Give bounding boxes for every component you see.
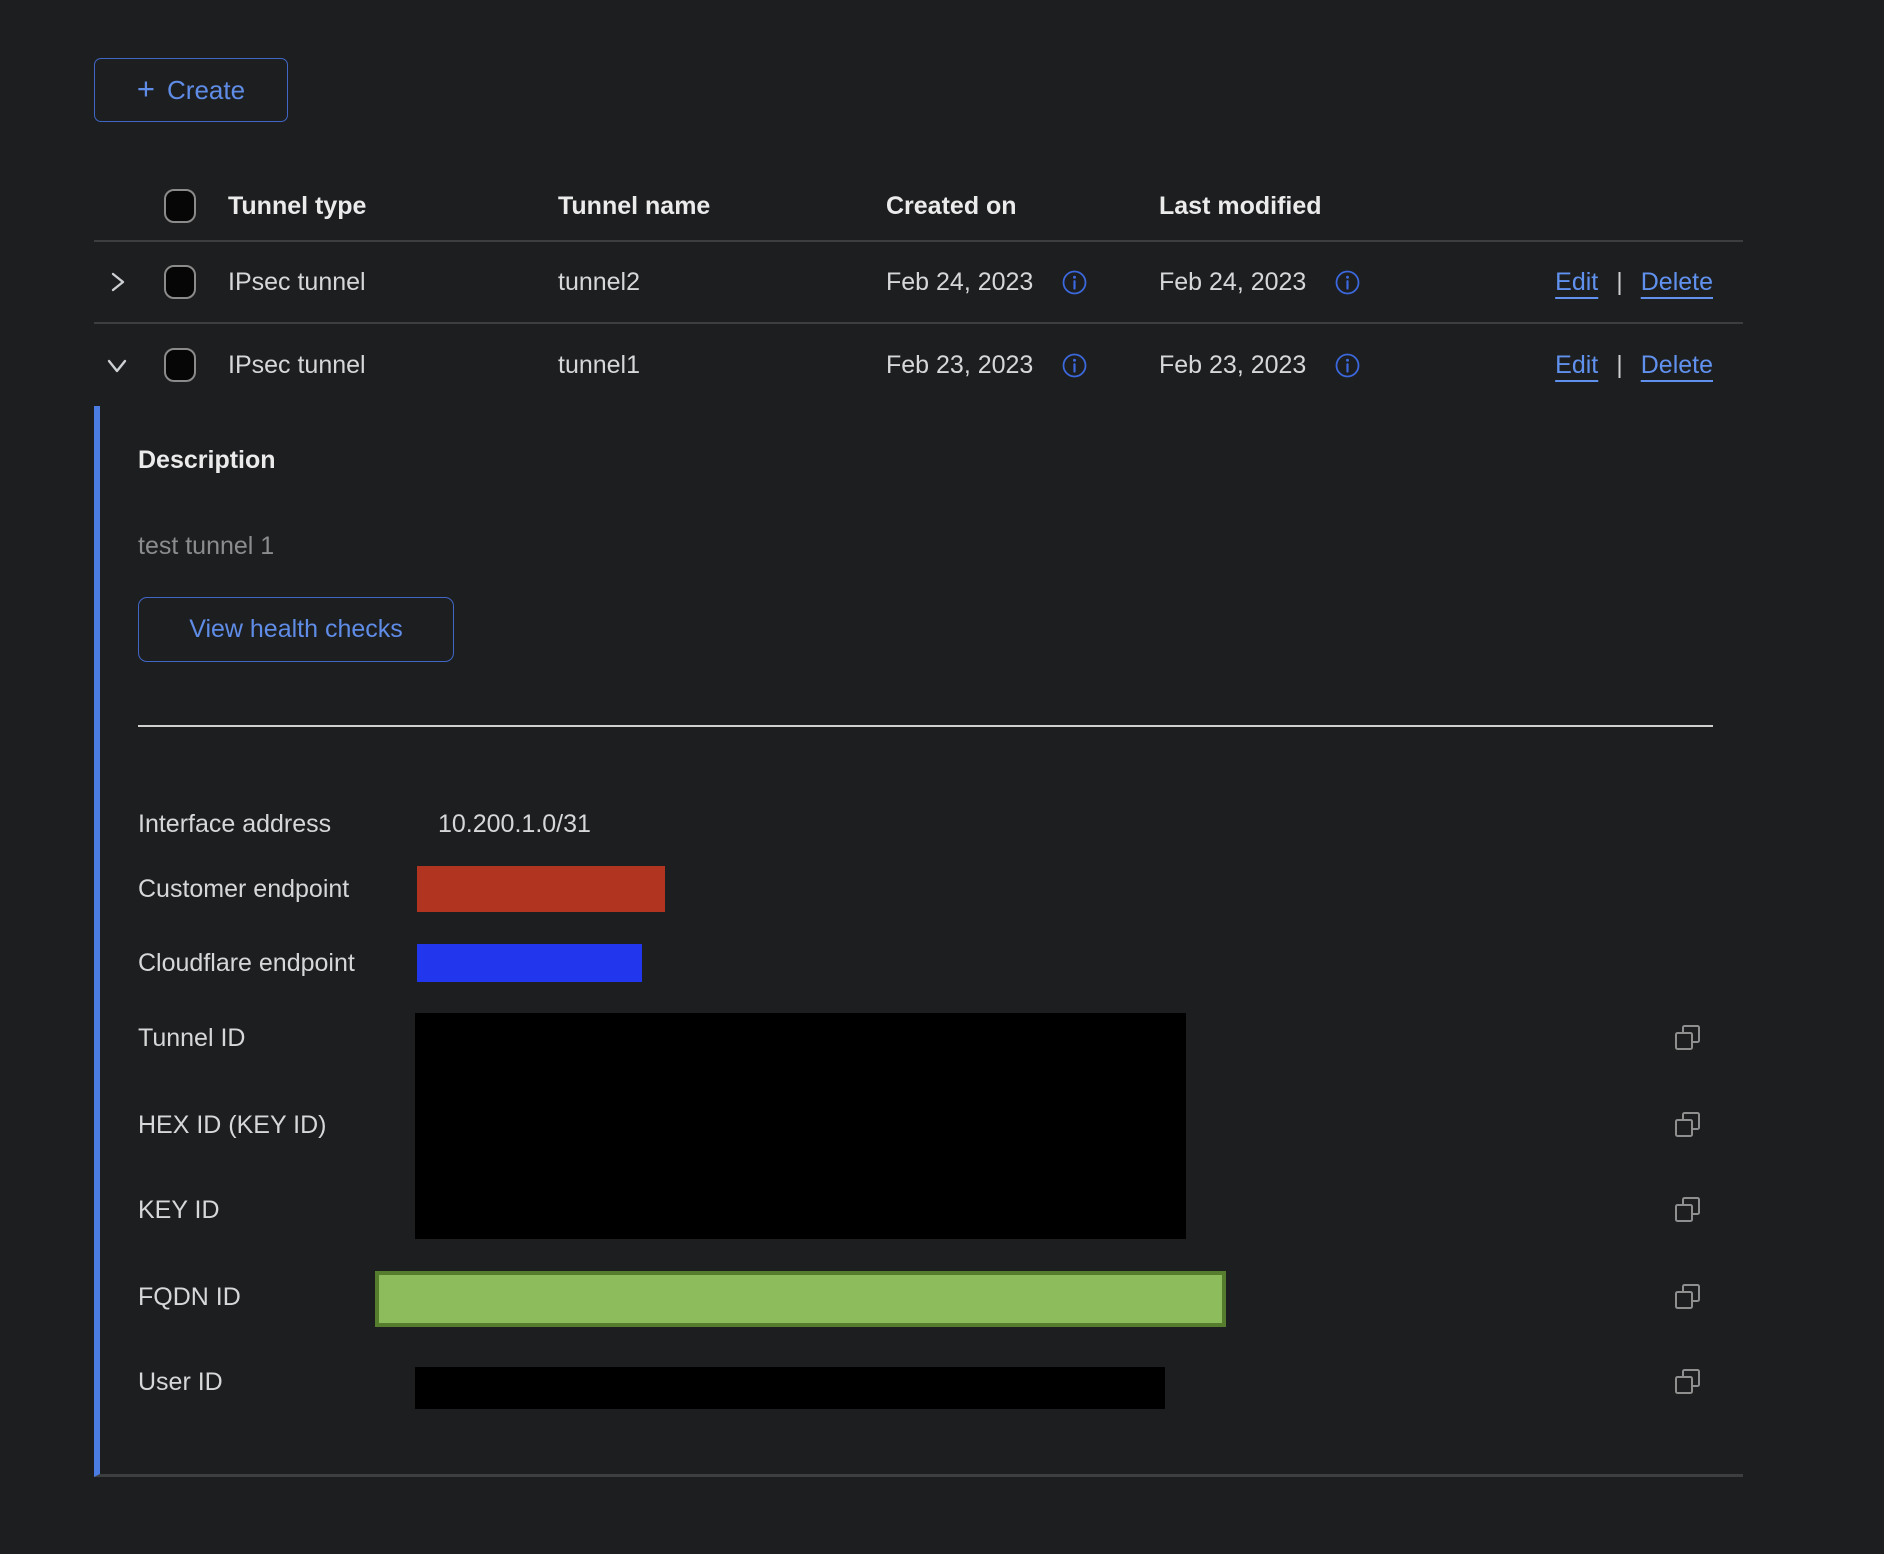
table-row-tunnel1: IPsec tunnel tunnel1 Feb 23, 2023 Feb 23… bbox=[94, 324, 1743, 406]
cell-tunnel-name: tunnel2 bbox=[558, 268, 886, 297]
cell-last-modified: Feb 24, 2023 bbox=[1159, 268, 1420, 297]
chevron-right-icon[interactable] bbox=[104, 269, 130, 295]
created-date: Feb 24, 2023 bbox=[886, 268, 1033, 297]
section-divider bbox=[138, 725, 1713, 727]
copy-icon[interactable] bbox=[1673, 1110, 1703, 1140]
fqdn-id-label: FQDN ID bbox=[138, 1282, 241, 1312]
user-id-redacted-value bbox=[415, 1367, 1165, 1409]
tunnels-page: + Create Tunnel type Tunnel name Created… bbox=[0, 0, 1884, 1554]
info-icon[interactable] bbox=[1061, 269, 1088, 296]
plus-icon: + bbox=[137, 73, 155, 104]
action-separator: | bbox=[1616, 351, 1623, 380]
header-checkbox-cell bbox=[158, 189, 228, 223]
row-checkbox[interactable] bbox=[164, 348, 196, 382]
checkbox-cell bbox=[158, 265, 228, 299]
checkbox-cell bbox=[158, 348, 228, 382]
header-tunnel-name: Tunnel name bbox=[558, 192, 886, 221]
create-button-label: Create bbox=[167, 75, 245, 106]
cell-actions: Edit | Delete bbox=[1420, 268, 1743, 297]
key-id-label: KEY ID bbox=[138, 1195, 220, 1225]
expander-cell bbox=[94, 269, 158, 295]
cell-tunnel-type: IPsec tunnel bbox=[228, 351, 558, 380]
cell-actions: Edit | Delete bbox=[1420, 351, 1743, 380]
cloudflare-endpoint-label: Cloudflare endpoint bbox=[138, 948, 355, 978]
tunnel-id-label: Tunnel ID bbox=[138, 1023, 245, 1053]
action-separator: | bbox=[1616, 268, 1623, 297]
interface-address-label: Interface address bbox=[138, 809, 331, 839]
customer-endpoint-label: Customer endpoint bbox=[138, 874, 349, 904]
description-value: test tunnel 1 bbox=[138, 532, 274, 561]
expander-cell bbox=[94, 352, 158, 378]
edit-link[interactable]: Edit bbox=[1555, 268, 1598, 297]
customer-endpoint-redacted-value bbox=[417, 866, 665, 912]
header-tunnel-type: Tunnel type bbox=[228, 192, 558, 221]
info-icon[interactable] bbox=[1334, 269, 1361, 296]
cloudflare-endpoint-redacted-value bbox=[417, 944, 642, 982]
tunnel-ids-redacted-value bbox=[415, 1013, 1186, 1239]
delete-link[interactable]: Delete bbox=[1641, 351, 1713, 380]
header-created-on: Created on bbox=[886, 192, 1159, 221]
chevron-down-icon[interactable] bbox=[104, 352, 130, 378]
cell-tunnel-name: tunnel1 bbox=[558, 351, 886, 380]
row-checkbox[interactable] bbox=[164, 265, 196, 299]
cell-tunnel-type: IPsec tunnel bbox=[228, 268, 558, 297]
copy-icon[interactable] bbox=[1673, 1367, 1703, 1397]
info-icon[interactable] bbox=[1061, 352, 1088, 379]
delete-link[interactable]: Delete bbox=[1641, 268, 1713, 297]
modified-date: Feb 23, 2023 bbox=[1159, 351, 1306, 380]
user-id-label: User ID bbox=[138, 1367, 223, 1397]
create-button[interactable]: + Create bbox=[94, 58, 288, 122]
cell-created-on: Feb 24, 2023 bbox=[886, 268, 1159, 297]
fqdn-id-redacted-value bbox=[375, 1271, 1226, 1327]
modified-date: Feb 24, 2023 bbox=[1159, 268, 1306, 297]
created-date: Feb 23, 2023 bbox=[886, 351, 1033, 380]
description-label: Description bbox=[138, 446, 276, 475]
view-health-checks-button[interactable]: View health checks bbox=[138, 597, 454, 662]
interface-address-value: 10.200.1.0/31 bbox=[438, 809, 591, 839]
header-last-modified: Last modified bbox=[1159, 192, 1420, 221]
copy-icon[interactable] bbox=[1673, 1195, 1703, 1225]
edit-link[interactable]: Edit bbox=[1555, 351, 1598, 380]
table-header: Tunnel type Tunnel name Created on Last … bbox=[94, 172, 1743, 242]
table-row-tunnel2: IPsec tunnel tunnel2 Feb 24, 2023 Feb 24… bbox=[94, 242, 1743, 324]
copy-icon[interactable] bbox=[1673, 1023, 1703, 1053]
hex-id-label: HEX ID (KEY ID) bbox=[138, 1110, 326, 1140]
tunnel-detail-panel: Description test tunnel 1 View health ch… bbox=[94, 406, 1743, 1477]
cell-last-modified: Feb 23, 2023 bbox=[1159, 351, 1420, 380]
cell-created-on: Feb 23, 2023 bbox=[886, 351, 1159, 380]
select-all-checkbox[interactable] bbox=[164, 189, 196, 223]
tunnels-table: Tunnel type Tunnel name Created on Last … bbox=[94, 172, 1743, 406]
info-icon[interactable] bbox=[1334, 352, 1361, 379]
copy-icon[interactable] bbox=[1673, 1282, 1703, 1312]
